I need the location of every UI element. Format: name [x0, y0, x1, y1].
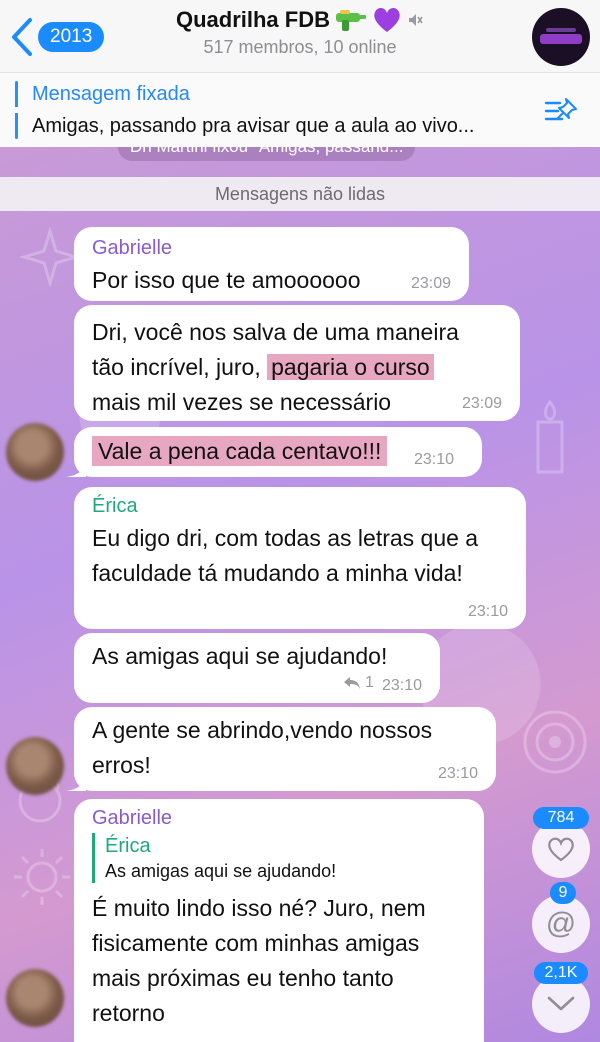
message-bubble[interactable]: Vale a pena cada centavo!!! 23:10	[66, 427, 482, 477]
star-doodle-icon	[20, 227, 80, 287]
sun-doodle-icon	[14, 849, 70, 905]
purple-heart-emoji-icon	[374, 7, 400, 32]
message-text: Eu digo dri, com todas as letras que a f…	[92, 525, 479, 586]
bubble-tail	[66, 457, 86, 477]
group-logo-mark	[546, 28, 576, 32]
highlighted-text: Vale a pena cada centavo!!!	[92, 436, 388, 466]
message-bubble[interactable]: Gabrielle Érica As amigas aqui se ajudan…	[74, 799, 484, 1042]
water-gun-emoji-icon	[336, 10, 366, 31]
message-bubble[interactable]: A gente se abrindo,vendo nossos erros! 2…	[66, 707, 496, 791]
mentions-count-badge: 9	[550, 882, 576, 904]
pinned-title: Mensagem fixada	[32, 83, 190, 105]
message-text: Por isso que te amoooooo	[92, 267, 361, 293]
message-bubble[interactable]: Érica Eu digo dri, com todas as letras q…	[74, 487, 526, 629]
user-avatar[interactable]	[6, 969, 64, 1027]
message-time: 23:10	[467, 603, 508, 620]
message-time: 23:10	[381, 677, 422, 694]
group-logo	[540, 34, 582, 44]
message-text-line: tão incrível, juro,	[92, 354, 268, 380]
message-meta: 1 23:10	[343, 674, 422, 695]
message-sender: Érica	[92, 495, 138, 517]
message-time: 23:10	[437, 765, 478, 782]
message-text: A gente se abrindo,vendo nossos erros!	[92, 717, 433, 778]
unread-separator: Mensagens não lidas	[0, 177, 600, 211]
chevron-down-icon	[547, 996, 575, 1011]
system-pin-notice: Dri Martini fixou "Amigas, passand...	[118, 147, 416, 161]
quoted-reply[interactable]: Érica As amigas aqui se ajudando!	[92, 833, 466, 883]
candle-doodle-icon	[536, 399, 564, 474]
reply-arrow-icon	[344, 677, 361, 689]
message-bubble[interactable]: As amigas aqui se ajudando! 1 23:10	[74, 633, 440, 703]
chat-header: 2013 Quadrilha FDB 517 membros, 10 onlin…	[0, 0, 600, 72]
pinned-list-icon[interactable]	[544, 95, 580, 127]
message-time: 23:10	[413, 451, 454, 468]
scroll-count-badge: 2,1K	[534, 962, 588, 984]
message-bubble[interactable]: Gabrielle Por isso que te amoooooo 23:09	[74, 227, 469, 301]
pinned-indicator	[15, 81, 18, 139]
heart-icon	[548, 837, 574, 862]
message-text-line: Dri, você nos salva de uma maneira	[92, 319, 459, 345]
group-avatar[interactable]	[532, 8, 590, 66]
pinned-message-bar[interactable]: Mensagem fixada Amigas, passando pra avi…	[0, 72, 600, 148]
message-time: 23:09	[461, 395, 502, 412]
message-text-line: mais mil vezes se necessário	[92, 389, 392, 415]
chat-subtitle: 517 membros, 10 online	[203, 37, 397, 57]
quoted-text: As amigas aqui se ajudando!	[105, 861, 337, 881]
message-sender: Gabrielle	[92, 237, 173, 259]
message-text: É muito lindo isso né? Juro, nem fisicam…	[92, 895, 426, 1026]
message-time: 23:09	[410, 275, 451, 292]
chat-title: Quadrilha FDB	[175, 7, 330, 32]
message-text: As amigas aqui se ajudando!	[92, 643, 388, 669]
message-bubble[interactable]: Dri, você nos salva de uma maneira tão i…	[74, 305, 520, 421]
user-avatar[interactable]	[6, 423, 64, 481]
at-sign-icon: @	[545, 907, 577, 940]
reactions-count-badge: 784	[533, 807, 589, 829]
chat-messages-area[interactable]: Dri Martini fixou "Amigas, passand... Me…	[0, 147, 600, 1042]
user-avatar[interactable]	[6, 737, 64, 795]
quoted-sender: Érica	[105, 835, 151, 857]
target-doodle-icon	[523, 710, 587, 774]
highlighted-text: pagaria o curso	[267, 354, 434, 380]
bubble-tail	[66, 771, 86, 791]
replies-indicator[interactable]: 1	[343, 674, 374, 692]
pinned-text: Amigas, passando pra avisar que a aula a…	[32, 115, 475, 137]
muted-icon	[409, 14, 423, 26]
chat-title-area[interactable]: Quadrilha FDB 517 membros, 10 online	[0, 6, 600, 58]
message-sender: Gabrielle	[92, 807, 173, 829]
replies-count: 1	[365, 674, 374, 691]
